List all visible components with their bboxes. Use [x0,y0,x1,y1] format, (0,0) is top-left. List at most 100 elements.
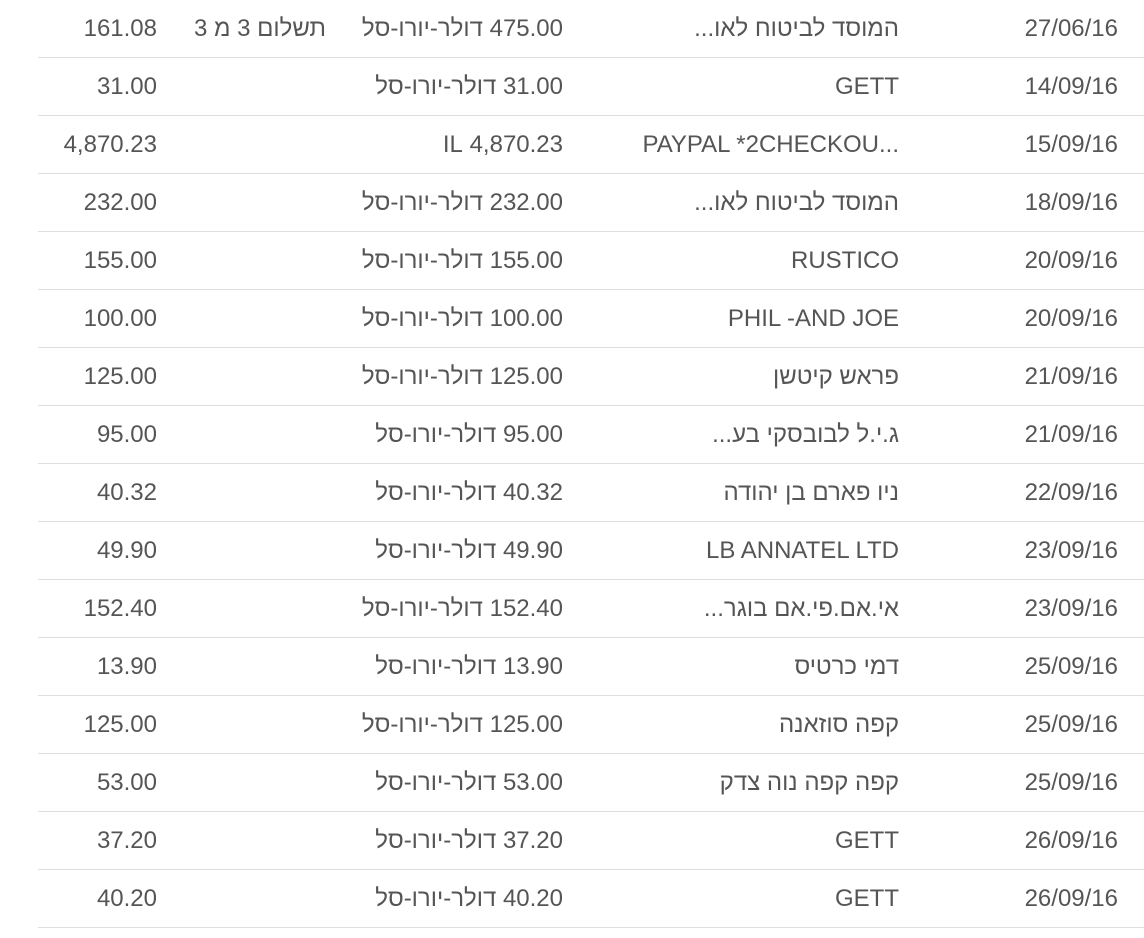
table-row[interactable]: 26/09/16 GETT 37.20 דולר-יורו-סל 37.20 [0,812,1144,870]
merchant-name: המוסד לביטוח לאו... [694,15,899,42]
charged-amount: 4,870.23 [63,131,157,158]
table-row[interactable]: 22/09/16 ניו פארם בן יהודה 40.32 דולר-יורו… [0,464,1144,522]
table-row[interactable]: 15/09/16 PAYPAL *2CHECKOU... 4,870.23 IL 4,… [0,116,1144,174]
table-row[interactable]: 18/09/16 המוסד לביטוח לאו... 232.00 דולר-י… [0,174,1144,232]
transaction-date: 18/09/16 [1024,189,1118,216]
transaction-date: 27/06/16 [1024,15,1118,42]
currency-label: דולר-יורו-סל [361,711,483,738]
installment-note [166,870,326,927]
installment-note [166,638,326,695]
table-row[interactable]: 20/09/16 RUSTICO 155.00 דולר-יורו-סל 155.00 [0,232,1144,290]
original-amount: 155.00 דולר-יורו-סל [303,232,563,289]
transaction-date: 23/09/16 [1024,537,1118,564]
original-amount: 232.00 דולר-יורו-סל [303,174,563,231]
amount-value: 155.00 [489,247,563,274]
installment-note [166,290,326,347]
amount-value: 100.00 [489,305,563,332]
table-row[interactable]: 23/09/16 LB ANNATEL LTD 49.90 דולר-יורו-סל… [0,522,1144,580]
transaction-date: 14/09/16 [1024,73,1118,100]
transaction-date: 15/09/16 [1024,131,1118,158]
transaction-date: 22/09/16 [1024,479,1118,506]
merchant-name: GETT [835,73,899,100]
installment-note [166,406,326,463]
transaction-date: 20/09/16 [1024,305,1118,332]
original-amount: 31.00 דולר-יורו-סל [303,58,563,115]
currency-label: דולר-יורו-סל [375,827,497,854]
original-amount: 40.32 דולר-יורו-סל [303,464,563,521]
installment-note [166,58,326,115]
amount-value: 125.00 [489,363,563,390]
amount-value: 37.20 [502,827,563,854]
amount-value: 53.00 [502,769,563,796]
installment-note [166,754,326,811]
currency-label: דולר-יורו-סל [361,247,483,274]
currency-label: דולר-יורו-סל [361,189,483,216]
transaction-date: 23/09/16 [1024,595,1118,622]
installment-note [166,348,326,405]
merchant-name: פראש קיטשן [772,363,899,390]
charged-amount: 152.40 [83,595,157,622]
transaction-date: 26/09/16 [1024,827,1118,854]
installment-note [166,116,326,173]
merchant-name: המוסד לביטוח לאו... [694,189,899,216]
original-amount: 125.00 דולר-יורו-סל [303,696,563,753]
original-amount: 37.20 דולר-יורו-סל [303,812,563,869]
transaction-date: 20/09/16 [1024,247,1118,274]
original-amount: 152.40 דולר-יורו-סל [303,580,563,637]
original-amount: 4,870.23 IL [303,116,563,173]
charged-amount: 125.00 [83,363,157,390]
merchant-name: RUSTICO [791,247,899,274]
original-amount: 475.00 דולר-יורו-סל [303,0,563,57]
currency-label: IL [442,131,463,158]
original-amount: 53.00 דולר-יורו-סל [303,754,563,811]
currency-label: דולר-יורו-סל [361,15,483,42]
merchant-name: קפה סוזאנה [778,711,899,738]
charged-amount: 13.90 [96,653,157,680]
transactions-table: 27/06/16 המוסד לביטוח לאו... 475.00 דולר-י… [0,0,1144,928]
merchant-name: LB ANNATEL LTD [706,537,899,564]
table-row[interactable]: 26/09/16 GETT 40.20 דולר-יורו-סל 40.20 [0,870,1144,928]
amount-value: 95.00 [502,421,563,448]
merchant-name: GETT [835,827,899,854]
amount-value: 125.00 [489,711,563,738]
table-row[interactable]: 25/09/16 דמי כרטיס 13.90 דולר-יורו-סל 13.90 [0,638,1144,696]
merchant-name: GETT [835,885,899,912]
installment-note [166,812,326,869]
currency-label: דולר-יורו-סל [361,363,483,390]
transaction-date: 25/09/16 [1024,653,1118,680]
amount-value: 31.00 [502,73,563,100]
amount-value: 152.40 [489,595,563,622]
original-amount: 13.90 דולר-יורו-סל [303,638,563,695]
merchant-name: דמי כרטיס [794,653,899,680]
merchant-name: ניו פארם בן יהודה [723,479,900,506]
table-row[interactable]: 25/09/16 קפה סוזאנה 125.00 דולר-יורו-סל 125… [0,696,1144,754]
charged-amount: 49.90 [96,537,157,564]
transaction-date: 26/09/16 [1024,885,1118,912]
table-row[interactable]: 23/09/16 אי.אם.פי.אם בוגר... 152.40 דולר-י… [0,580,1144,638]
charged-amount: 31.00 [96,73,157,100]
charged-amount: 40.20 [96,885,157,912]
table-row[interactable]: 25/09/16 קפה קפה נוה צדק 53.00 דולר-יורו-ס… [0,754,1144,812]
transaction-date: 25/09/16 [1024,711,1118,738]
amount-value: 40.20 [502,885,563,912]
merchant-name: PHIL -AND JOE [727,305,899,332]
table-row[interactable]: 21/09/16 פראש קיטשן 125.00 דולר-יורו-סל 125… [0,348,1144,406]
installment-note [166,522,326,579]
installment-note [166,232,326,289]
installment-note [166,464,326,521]
installment-note [166,696,326,753]
table-row[interactable]: 27/06/16 המוסד לביטוח לאו... 475.00 דולר-י… [0,0,1144,58]
original-amount: 49.90 דולר-יורו-סל [303,522,563,579]
table-row[interactable]: 21/09/16 ג.י.ל לבובסקי בע... 95.00 דולר-יו… [0,406,1144,464]
merchant-name: PAYPAL *2CHECKOU... [642,131,899,158]
merchant-name: אי.אם.פי.אם בוגר... [703,595,899,622]
amount-value: 40.32 [502,479,563,506]
amount-value: 49.90 [502,537,563,564]
currency-label: דולר-יורו-סל [361,595,483,622]
table-row[interactable]: 14/09/16 GETT 31.00 דולר-יורו-סל 31.00 [0,58,1144,116]
transaction-date: 21/09/16 [1024,421,1118,448]
amount-value: 13.90 [502,653,563,680]
amount-value: 4,870.23 [469,131,563,158]
transaction-date: 25/09/16 [1024,769,1118,796]
table-row[interactable]: 20/09/16 PHIL -AND JOE 100.00 דולר-יורו-סל… [0,290,1144,348]
